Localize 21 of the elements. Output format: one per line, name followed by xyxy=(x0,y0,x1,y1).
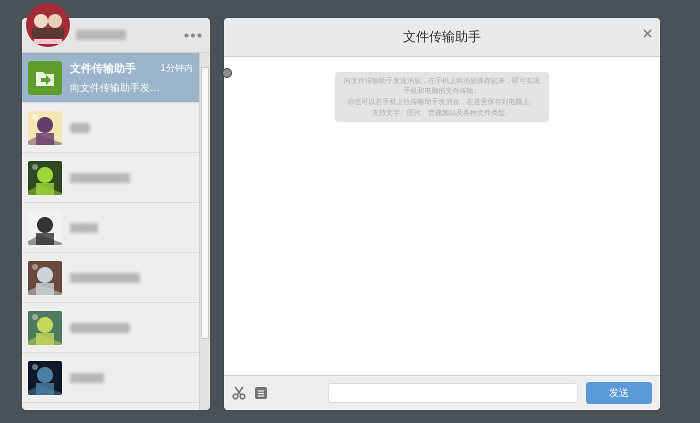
blurred-name xyxy=(70,172,130,182)
blurred-name xyxy=(70,372,104,382)
contact-name: 文件传输助手 xyxy=(70,60,136,76)
send-button[interactable]: 发送 xyxy=(586,382,652,404)
scrollbar[interactable] xyxy=(199,53,210,410)
message-preview: 向文件传输助手发… xyxy=(70,82,161,94)
handle-dot xyxy=(222,68,232,78)
close-icon[interactable] xyxy=(643,29,652,38)
blurred-name xyxy=(70,222,98,232)
blurred-name xyxy=(70,122,90,132)
blurred-name xyxy=(70,272,140,282)
blurred-name xyxy=(76,30,126,40)
message-time: 1分钟内 xyxy=(160,62,193,74)
message-input[interactable] xyxy=(328,383,578,403)
file-icon[interactable] xyxy=(254,386,268,400)
scissors-icon[interactable] xyxy=(232,386,246,400)
folder-icon xyxy=(28,60,62,94)
more-icon[interactable] xyxy=(184,32,202,38)
chat-list-item[interactable]: 文件传输助手 1分钟内 向文件传输助手发… xyxy=(22,53,199,103)
blurred-name xyxy=(70,322,130,332)
chat-title: 文件传输助手 xyxy=(403,29,481,46)
